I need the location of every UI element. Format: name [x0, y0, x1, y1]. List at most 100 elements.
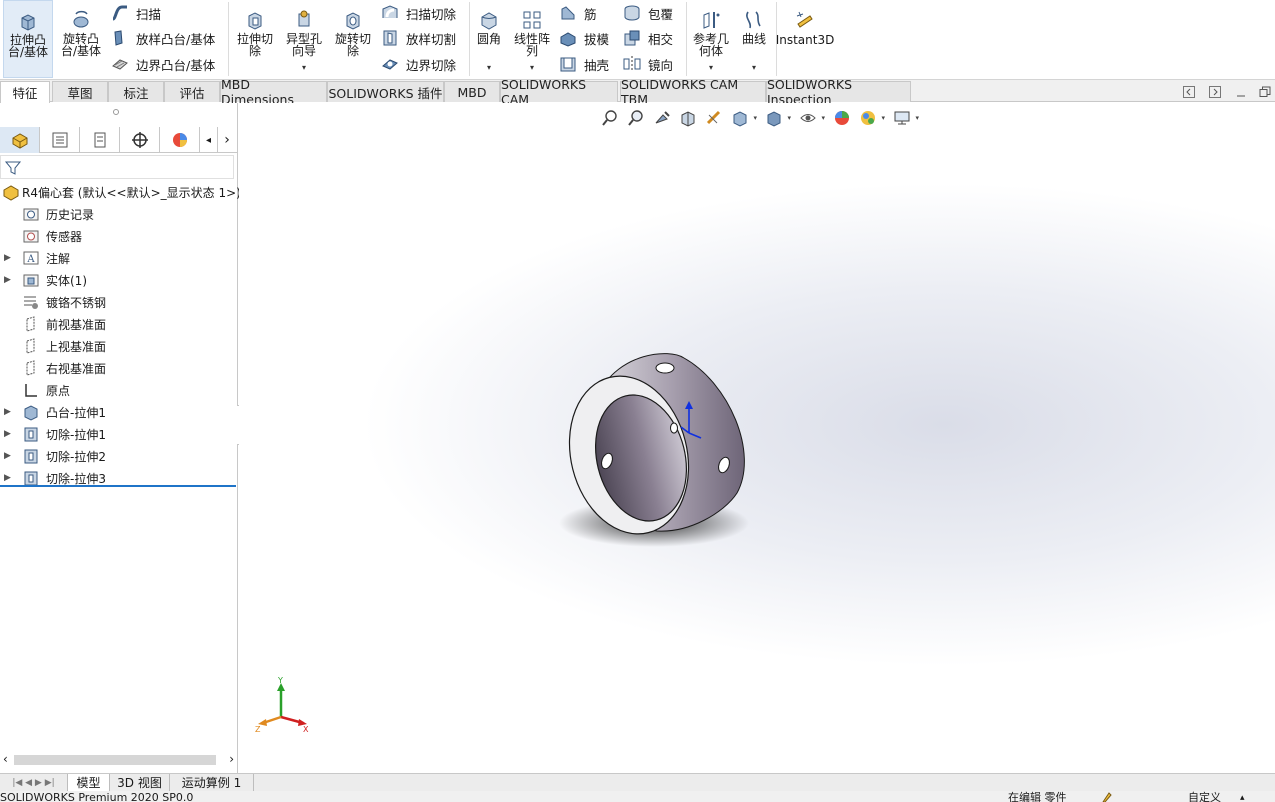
draft-button[interactable]: 拔模: [558, 26, 609, 50]
tab-features[interactable]: 特征: [0, 81, 50, 103]
extrude-boss-button[interactable]: 拉伸凸台/基体: [3, 0, 53, 78]
status-units-caret-icon[interactable]: ▴: [1240, 792, 1245, 802]
feature-manager-tab[interactable]: [0, 127, 40, 153]
minimize-icon[interactable]: [1235, 86, 1247, 98]
status-units[interactable]: 自定义: [1188, 792, 1221, 802]
chevron-down-icon[interactable]: ▾: [787, 114, 791, 122]
graphics-area[interactable]: ▾ ▾ ▾ ▾ ▾ Y X Z: [239, 103, 1275, 773]
section-view-button[interactable]: [675, 108, 701, 128]
tab-3d-views[interactable]: 3D 视图: [110, 774, 170, 791]
loft-cut-button[interactable]: 放样切割: [380, 26, 456, 50]
scroll-left-icon[interactable]: ‹: [3, 752, 8, 766]
curves-button[interactable]: 曲线 ▾: [736, 0, 772, 78]
fillet-button[interactable]: 圆角 ▾: [472, 0, 506, 78]
rebuild-icon[interactable]: [1101, 791, 1117, 802]
scroll-right-icon[interactable]: ›: [229, 752, 234, 766]
tree-filter-bar[interactable]: [0, 155, 234, 179]
tab-model[interactable]: 模型: [68, 774, 110, 791]
expand-arrow-icon[interactable]: ▶: [4, 253, 12, 263]
apply-scene-button[interactable]: ▾: [855, 108, 885, 128]
intersect-button[interactable]: 相交: [622, 26, 673, 50]
fillet-dropdown-icon[interactable]: ▾: [487, 63, 491, 72]
rollback-bar[interactable]: [0, 485, 236, 487]
hide-show-items-button[interactable]: ▾: [795, 108, 825, 128]
sweep-cut-button[interactable]: 扫描切除: [380, 1, 456, 25]
expand-arrow-icon[interactable]: ▶: [4, 451, 12, 461]
shell-button[interactable]: 抽壳: [558, 52, 609, 76]
tab-sketch[interactable]: 草图: [52, 81, 108, 102]
tree-item-annotations[interactable]: ▶ A 注解: [0, 247, 236, 269]
tab-solidworks-addins[interactable]: SOLIDWORKS 插件: [327, 81, 444, 102]
dynamic-annotation-button[interactable]: [701, 108, 727, 128]
tree-item-front-plane[interactable]: 前视基准面: [0, 313, 236, 335]
instant3d-button[interactable]: Instant3D: [776, 0, 834, 78]
tree-item-origin[interactable]: 原点: [0, 379, 236, 401]
edit-appearance-button[interactable]: [829, 108, 855, 128]
linear-pattern-button[interactable]: 线性阵列 ▾: [510, 0, 554, 78]
expand-arrow-icon[interactable]: ▶: [4, 429, 12, 439]
hole-wizard-dropdown-icon[interactable]: ▾: [302, 63, 306, 72]
tab-solidworks-inspection[interactable]: SOLIDWORKS Inspection: [766, 77, 911, 107]
part-model-ring[interactable]: [559, 343, 759, 563]
tree-item-top-plane[interactable]: 上视基准面: [0, 335, 236, 357]
tree-item-right-plane[interactable]: 右视基准面: [0, 357, 236, 379]
linear-pattern-dropdown-icon[interactable]: ▾: [530, 63, 534, 72]
configuration-manager-tab[interactable]: [80, 127, 120, 153]
tile-left-icon[interactable]: [1183, 86, 1195, 98]
chevron-down-icon[interactable]: ▾: [753, 114, 757, 122]
tab-nav-buttons[interactable]: |◀ ◀ ▶ ▶|: [0, 774, 68, 791]
tree-horizontal-scrollbar[interactable]: ‹ ›: [0, 751, 238, 769]
wrap-button[interactable]: 包覆: [622, 1, 673, 25]
restore-icon[interactable]: [1259, 86, 1271, 98]
revolve-boss-button[interactable]: 旋转凸台/基体: [56, 0, 106, 78]
tab-mbd[interactable]: MBD: [444, 81, 500, 102]
tab-markup[interactable]: 标注: [108, 81, 164, 102]
tree-item-cut-extrude2[interactable]: ▶ 切除-拉伸2: [0, 445, 236, 467]
tree-item-history[interactable]: 历史记录: [0, 203, 236, 225]
boundary-boss-button[interactable]: 边界凸台/基体: [110, 52, 215, 76]
reference-geometry-dropdown-icon[interactable]: ▾: [709, 63, 713, 72]
expand-arrow-icon[interactable]: ▶: [4, 473, 12, 483]
tree-item-cut-extrude1[interactable]: ▶ 切除-拉伸1: [0, 423, 236, 445]
chevron-down-icon[interactable]: ▾: [821, 114, 825, 122]
chevron-down-icon[interactable]: ▾: [915, 114, 919, 122]
display-manager-tab[interactable]: [160, 127, 200, 153]
expand-arrow-icon[interactable]: ▶: [4, 275, 12, 285]
dimxpert-manager-tab[interactable]: [120, 127, 160, 153]
panel-tabs-scroll-left[interactable]: ◂: [200, 127, 218, 153]
scrollbar-thumb[interactable]: [14, 755, 216, 765]
zoom-to-area-button[interactable]: [623, 108, 649, 128]
reference-geometry-button[interactable]: 参考几何体 ▾: [690, 0, 732, 78]
tab-solidworks-cam-tbm[interactable]: SOLIDWORKS CAM TBM: [620, 77, 766, 107]
chevron-down-icon[interactable]: ▾: [881, 114, 885, 122]
tab-mbd-dimensions[interactable]: MBD Dimensions: [220, 77, 327, 107]
tab-motion-study-1[interactable]: 运动算例 1: [170, 774, 254, 791]
expand-arrow-icon[interactable]: ▶: [4, 407, 12, 417]
tree-item-material[interactable]: 镀铬不锈钢: [0, 291, 236, 313]
tree-item-solid-bodies[interactable]: ▶ 实体(1): [0, 269, 236, 291]
sweep-button[interactable]: 扫描: [110, 1, 161, 25]
extrude-cut-button[interactable]: 拉伸切除: [232, 0, 278, 78]
tab-solidworks-cam[interactable]: SOLIDWORKS CAM: [500, 77, 618, 107]
property-manager-tab[interactable]: [40, 127, 80, 153]
rib-button[interactable]: 筋: [558, 1, 597, 25]
zoom-to-fit-button[interactable]: [597, 108, 623, 128]
hole-wizard-button[interactable]: 异型孔向导 ▾: [281, 0, 327, 78]
status-product-version: SOLIDWORKS Premium 2020 SP0.0: [0, 791, 194, 802]
panel-grip-icon[interactable]: [113, 109, 119, 115]
tree-item-boss-extrude1[interactable]: ▶ 凸台-拉伸1: [0, 401, 236, 423]
curves-dropdown-icon[interactable]: ▾: [752, 63, 756, 72]
previous-view-button[interactable]: [649, 108, 675, 128]
tree-item-sensors[interactable]: 传感器: [0, 225, 236, 247]
revolve-cut-button[interactable]: 旋转切除: [330, 0, 376, 78]
tile-right-icon[interactable]: [1209, 86, 1221, 98]
tree-root-part[interactable]: R4偏心套 (默认<<默认>_显示状态 1>): [0, 181, 241, 203]
view-orientation-button[interactable]: ▾: [727, 108, 757, 128]
panel-tabs-scroll-right[interactable]: ›: [218, 127, 236, 153]
boundary-cut-button[interactable]: 边界切除: [380, 52, 456, 76]
loft-boss-button[interactable]: 放样凸台/基体: [110, 26, 215, 50]
display-style-button[interactable]: ▾: [761, 108, 791, 128]
mirror-button[interactable]: 镜向: [622, 52, 673, 76]
tab-evaluate[interactable]: 评估: [164, 81, 220, 102]
view-settings-button[interactable]: ▾: [889, 108, 919, 128]
